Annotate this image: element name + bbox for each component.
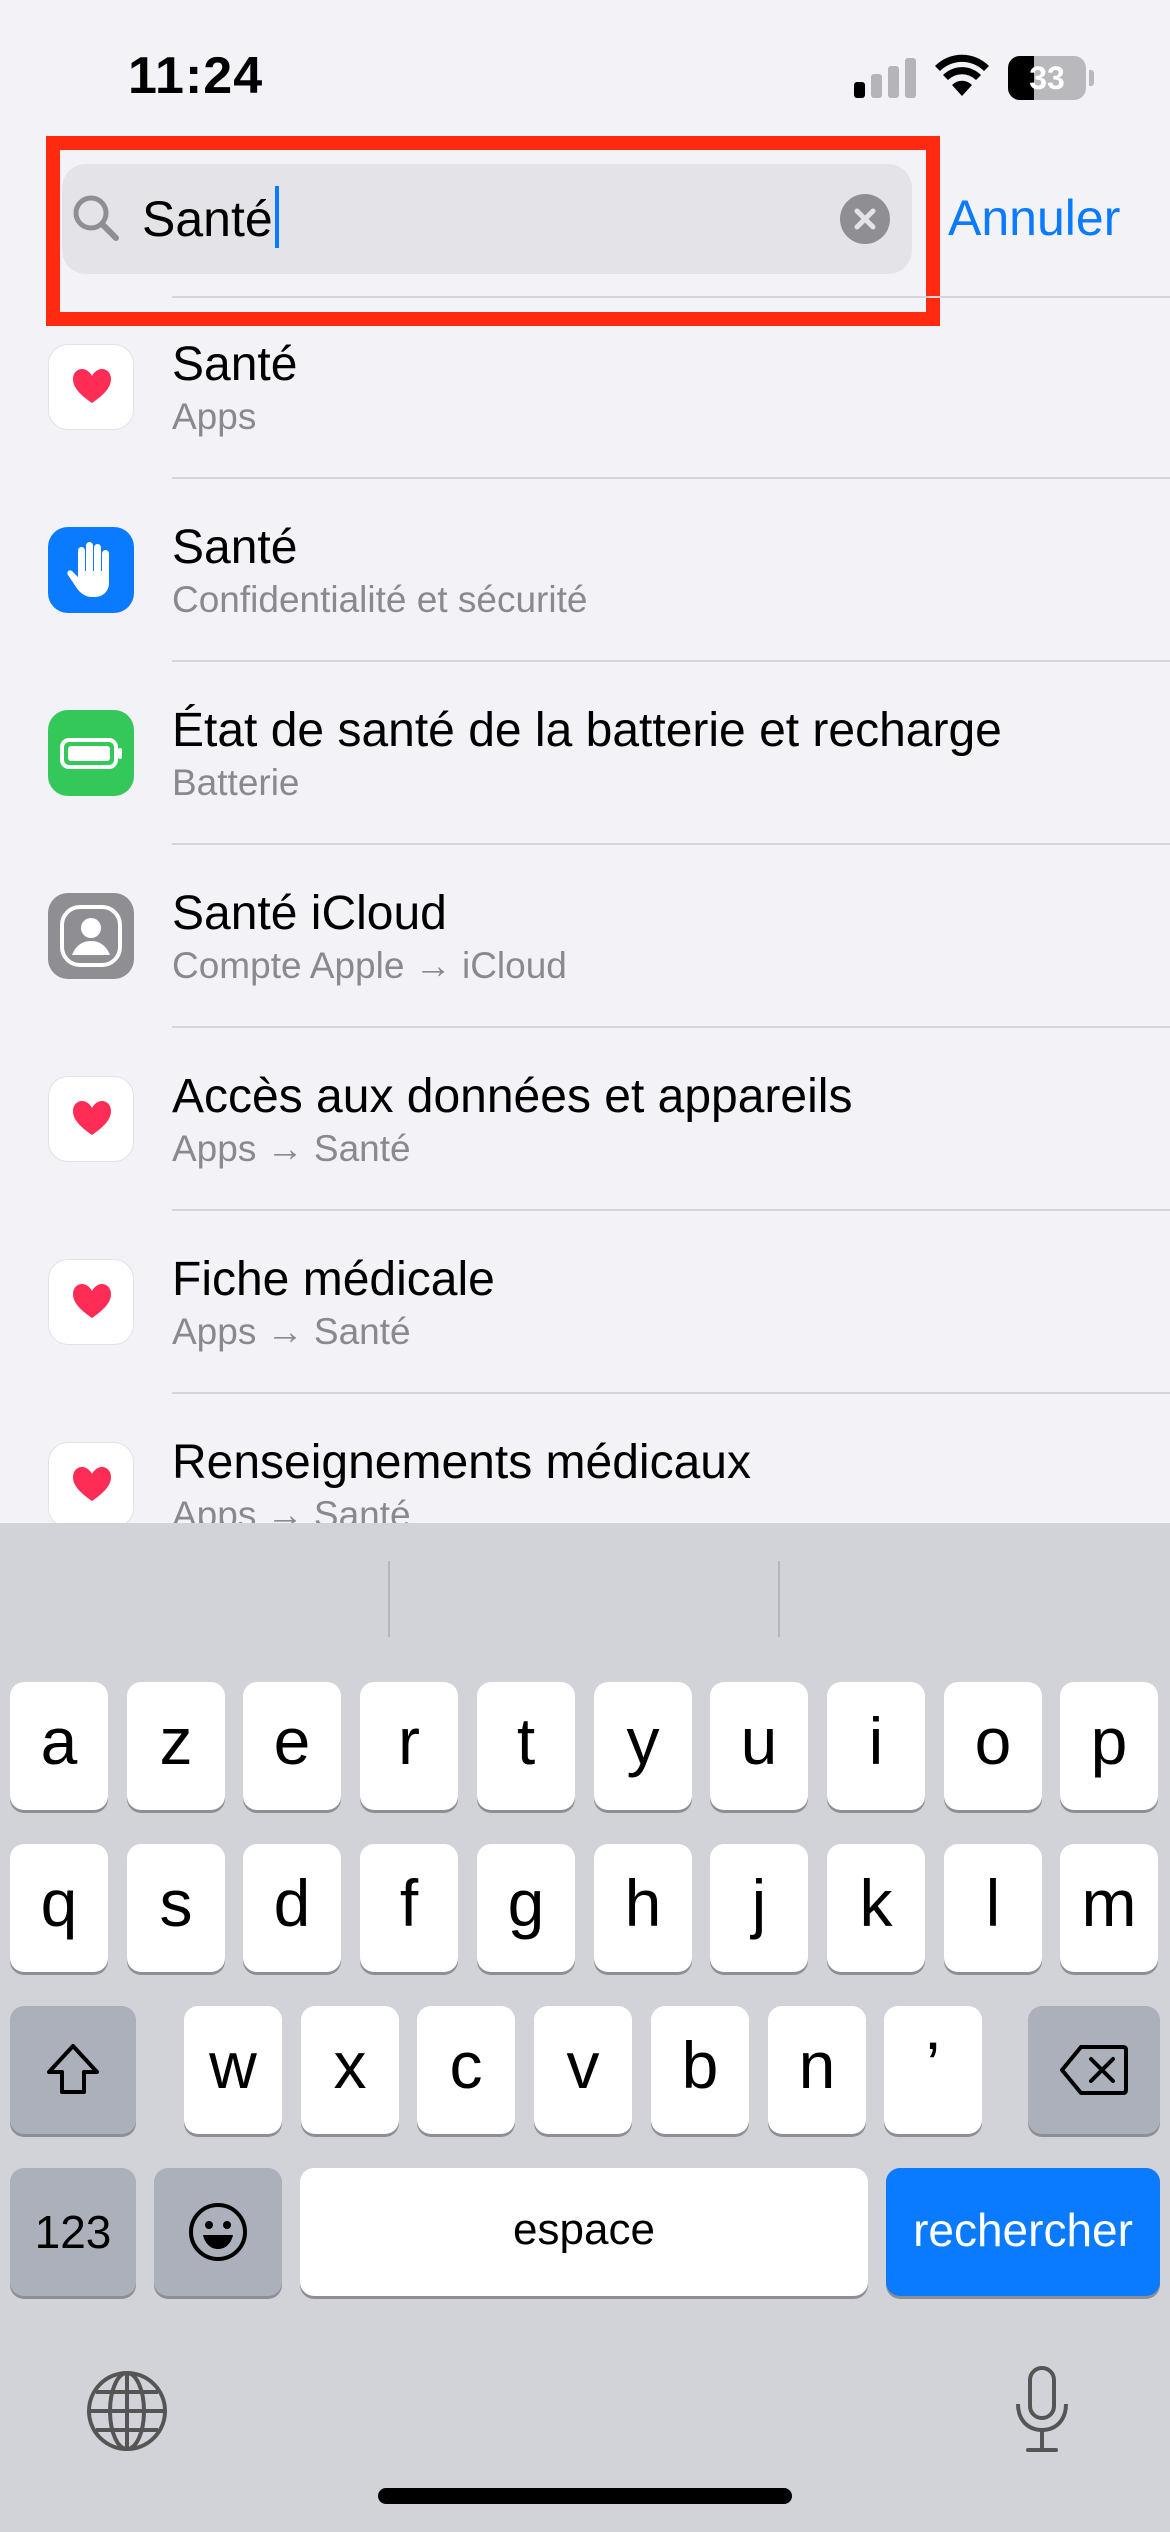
key-w[interactable]: w bbox=[184, 2006, 282, 2134]
cellular-signal-icon bbox=[854, 58, 916, 98]
delete-key[interactable] bbox=[1028, 2006, 1160, 2134]
result-row-sante-confidentialite[interactable]: Santé Confidentialité et sécurité bbox=[0, 479, 1170, 662]
status-time: 11:24 bbox=[128, 47, 264, 105]
result-row-sante-icloud[interactable]: Santé iCloud Compte Apple → iCloud bbox=[0, 845, 1170, 1028]
key-r[interactable]: r bbox=[360, 1682, 458, 1810]
result-row-sante-apps[interactable]: Santé Apps bbox=[0, 296, 1170, 479]
result-subtitle: Apps → Santé bbox=[172, 1128, 411, 1169]
key-n[interactable]: n bbox=[768, 2006, 866, 2134]
search-input-value[interactable]: Santé bbox=[142, 186, 279, 251]
shift-key[interactable] bbox=[10, 2006, 136, 2134]
key-z[interactable]: z bbox=[127, 1682, 225, 1810]
space-key[interactable]: espace bbox=[300, 2168, 868, 2296]
key-l[interactable]: l bbox=[944, 1844, 1042, 1972]
result-row-battery-health[interactable]: État de santé de la batterie et recharge… bbox=[0, 662, 1170, 845]
key-x[interactable]: x bbox=[301, 2006, 399, 2134]
result-subtitle: Compte Apple → iCloud bbox=[172, 945, 567, 986]
result-title: Fiche médicale bbox=[172, 1253, 495, 1306]
result-title: État de santé de la batterie et recharge bbox=[172, 704, 1002, 757]
battery-icon bbox=[48, 710, 134, 796]
result-subtitle: Apps → Santé bbox=[172, 1494, 411, 1524]
heart-icon bbox=[48, 1442, 134, 1524]
key-t[interactable]: t bbox=[477, 1682, 575, 1810]
result-title: Renseignements médicaux bbox=[172, 1436, 751, 1489]
backspace-icon bbox=[1060, 2045, 1128, 2095]
divider bbox=[778, 1561, 780, 1637]
key-apostrophe[interactable]: ’ bbox=[884, 2006, 982, 2134]
heart-icon bbox=[48, 344, 134, 430]
key-b[interactable]: b bbox=[651, 2006, 749, 2134]
hand-icon bbox=[48, 527, 134, 613]
key-m[interactable]: m bbox=[1060, 1844, 1158, 1972]
search-results-list: Santé Apps Santé Confidentialité et sécu… bbox=[0, 296, 1170, 1524]
key-a[interactable]: a bbox=[10, 1682, 108, 1810]
cancel-button[interactable]: Annuler bbox=[948, 186, 1120, 250]
key-e[interactable]: e bbox=[243, 1682, 341, 1810]
home-indicator bbox=[378, 2488, 792, 2504]
result-title: Santé iCloud bbox=[172, 887, 447, 940]
emoji-icon bbox=[189, 2203, 247, 2261]
key-p[interactable]: p bbox=[1060, 1682, 1158, 1810]
key-f[interactable]: f bbox=[360, 1844, 458, 1972]
result-row-medical-info[interactable]: Renseignements médicaux Apps → Santé bbox=[0, 1394, 1170, 1524]
key-i[interactable]: i bbox=[827, 1682, 925, 1810]
wifi-icon bbox=[934, 52, 990, 96]
key-q[interactable]: q bbox=[10, 1844, 108, 1972]
key-s[interactable]: s bbox=[127, 1844, 225, 1972]
microphone-icon[interactable] bbox=[1010, 2364, 1074, 2456]
key-u[interactable]: u bbox=[710, 1682, 808, 1810]
divider bbox=[388, 1561, 390, 1637]
shift-icon bbox=[47, 2044, 99, 2094]
numbers-key[interactable]: 123 bbox=[10, 2168, 136, 2296]
result-row-medical-id[interactable]: Fiche médicale Apps → Santé bbox=[0, 1211, 1170, 1394]
result-subtitle: Batterie bbox=[172, 762, 300, 803]
globe-icon[interactable] bbox=[84, 2368, 170, 2454]
key-y[interactable]: y bbox=[594, 1682, 692, 1810]
search-icon bbox=[70, 192, 122, 244]
key-k[interactable]: k bbox=[827, 1844, 925, 1972]
key-o[interactable]: o bbox=[944, 1682, 1042, 1810]
result-title: Accès aux données et appareils bbox=[172, 1070, 853, 1123]
result-subtitle: Confidentialité et sécurité bbox=[172, 579, 588, 620]
result-subtitle: Apps → Santé bbox=[172, 1311, 411, 1352]
heart-icon bbox=[48, 1259, 134, 1345]
key-j[interactable]: j bbox=[710, 1844, 808, 1972]
battery-level: 33 bbox=[1029, 60, 1065, 96]
text-cursor bbox=[274, 186, 279, 248]
result-title: Santé bbox=[172, 338, 298, 391]
key-d[interactable]: d bbox=[243, 1844, 341, 1972]
search-key[interactable]: rechercher bbox=[886, 2168, 1160, 2296]
key-h[interactable]: h bbox=[594, 1844, 692, 1972]
key-c[interactable]: c bbox=[417, 2006, 515, 2134]
battery-icon: 33 bbox=[1008, 56, 1094, 100]
key-g[interactable]: g bbox=[477, 1844, 575, 1972]
result-title: Santé bbox=[172, 521, 298, 574]
close-icon bbox=[854, 208, 876, 230]
key-v[interactable]: v bbox=[534, 2006, 632, 2134]
person-icon bbox=[48, 893, 134, 979]
emoji-key[interactable] bbox=[154, 2168, 282, 2296]
result-row-data-access[interactable]: Accès aux données et appareils Apps → Sa… bbox=[0, 1028, 1170, 1211]
heart-icon bbox=[48, 1076, 134, 1162]
status-bar: 11:24 33 bbox=[0, 0, 1170, 150]
result-subtitle: Apps bbox=[172, 396, 257, 437]
clear-search-button[interactable] bbox=[840, 194, 890, 244]
